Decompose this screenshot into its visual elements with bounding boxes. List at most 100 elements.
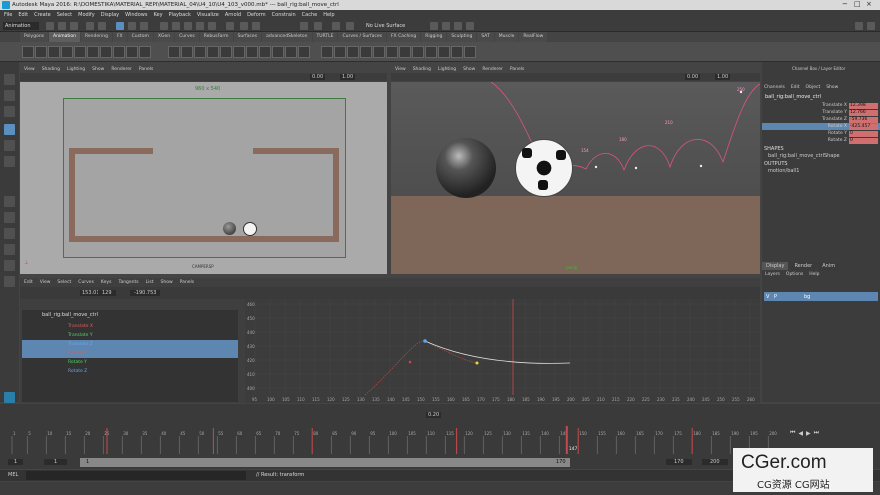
close-icon[interactable]: ×	[866, 0, 872, 8]
four-view-icon[interactable]	[4, 212, 15, 223]
channel-row[interactable]: Rotate Z0	[762, 137, 880, 144]
shelf-tool-icon[interactable]	[74, 46, 86, 58]
shelf-tab[interactable]: Sculpting	[447, 32, 477, 42]
shelf-tab[interactable]: advancedSkeleton	[262, 32, 312, 42]
shelf-tab[interactable]: Animation	[49, 32, 80, 42]
redo-icon[interactable]	[98, 22, 106, 30]
shape-name[interactable]: ball_rig:ball_move_ctrlShape	[768, 153, 840, 159]
menu-edit[interactable]: Edit	[18, 12, 28, 18]
shelf-tool-icon[interactable]	[334, 46, 346, 58]
shelf-tab[interactable]: TURTLE	[312, 32, 338, 42]
shelf-tab[interactable]: RebusFarm	[199, 32, 233, 42]
layer-menu-layers[interactable]: Layers	[765, 272, 780, 277]
outliner-row[interactable]: Translate Y	[22, 331, 238, 340]
channel-row[interactable]: Translate Z -59.736	[762, 116, 880, 123]
sculpt-icon[interactable]	[466, 22, 474, 30]
viewport-menu-renderer[interactable]: Renderer	[111, 67, 132, 72]
channel-row[interactable]: Rotate Y0	[762, 130, 880, 137]
viewport-menu-view[interactable]: View	[395, 67, 406, 72]
menu-set-dropdown[interactable]: Animation	[3, 22, 39, 30]
outliner-row[interactable]: Rotate Y	[22, 358, 238, 367]
outliner-root[interactable]: ball_rig:ball_move_ctrl	[42, 312, 98, 318]
anim-end-field[interactable]: 200	[702, 459, 728, 465]
minimize-icon[interactable]: −	[842, 0, 848, 8]
menu-help[interactable]: Help	[323, 12, 334, 18]
shelf-tool-icon[interactable]	[386, 46, 398, 58]
snap-surface-icon[interactable]	[208, 22, 216, 30]
command-input[interactable]	[26, 471, 246, 480]
graph-menu-keys[interactable]: Keys	[101, 280, 112, 285]
viewport-menu-show[interactable]: Show	[92, 67, 104, 72]
bowling-ball[interactable]	[436, 138, 496, 198]
graph-menu-edit[interactable]: Edit	[24, 280, 33, 285]
stats-field2[interactable]: -190.753	[130, 290, 161, 296]
shelf-tab[interactable]: Rigging	[421, 32, 447, 42]
single-view-icon[interactable]	[4, 196, 15, 207]
render-settings-icon[interactable]	[300, 22, 308, 30]
channel-row[interactable]: Rotate X -425.457	[762, 123, 880, 130]
shelf-tool-icon[interactable]	[438, 46, 450, 58]
layer-menu-options[interactable]: Options	[786, 272, 803, 277]
shelf-tab[interactable]: Muscle	[494, 32, 519, 42]
history-icon[interactable]	[226, 22, 234, 30]
channel-value[interactable]: -59.736	[849, 116, 878, 123]
menu-windows[interactable]: Windows	[125, 12, 147, 18]
anim-start-field[interactable]: 1	[44, 459, 68, 465]
channel-value[interactable]: 12.398	[849, 102, 878, 109]
lasso-tool-icon[interactable]	[4, 90, 15, 101]
graph-menu-select[interactable]: Select	[57, 280, 71, 285]
graph-menu-panels[interactable]: Panels	[180, 280, 194, 285]
layer-name[interactable]: bg	[804, 294, 810, 300]
channel-menu-show[interactable]: Show	[826, 85, 838, 90]
current-frame-marker[interactable]	[565, 426, 568, 454]
go-end-icon[interactable]: ⏭	[814, 429, 819, 437]
viewport-menu-lighting[interactable]: Lighting	[67, 67, 85, 72]
shelf-tab[interactable]: SAT	[477, 32, 494, 42]
magnet-icon[interactable]	[332, 22, 340, 30]
select-component-icon[interactable]	[140, 22, 148, 30]
shelf-tool-icon[interactable]	[272, 46, 284, 58]
layer-visible-toggle[interactable]: V	[766, 294, 769, 300]
undo-icon[interactable]	[86, 22, 94, 30]
lasso-icon[interactable]	[454, 22, 462, 30]
channel-value[interactable]: 12.766	[849, 109, 878, 116]
start-frame-field[interactable]: 1	[8, 459, 24, 465]
viewport-menu-shading[interactable]: Shading	[413, 67, 431, 72]
shelf-tool-icon[interactable]	[321, 46, 333, 58]
viewport-menu-panels[interactable]: Panels	[510, 67, 524, 72]
menu-key[interactable]: Key	[153, 12, 162, 18]
viewport-menu-view[interactable]: View	[24, 67, 35, 72]
far-clip-field[interactable]: 1.00	[715, 74, 731, 80]
shelf-tool-icon[interactable]	[425, 46, 437, 58]
shelf-tool-icon[interactable]	[113, 46, 125, 58]
channel-object-name[interactable]: ball_rig:ball_move_ctrl	[765, 94, 821, 100]
go-start-icon[interactable]: ⏮	[790, 429, 795, 437]
snap-point-icon[interactable]	[184, 22, 192, 30]
viewport-persp[interactable]: 148 154 180 210 250 persp	[391, 82, 760, 274]
graph-menu-view[interactable]: View	[40, 280, 51, 285]
menu-deform[interactable]: Deform	[247, 12, 266, 18]
graph-menu-curves[interactable]: Curves	[78, 280, 94, 285]
shelf-tab[interactable]: RealFlow	[519, 32, 548, 42]
viewport-menu-renderer[interactable]: Renderer	[482, 67, 503, 72]
gear-icon[interactable]	[855, 22, 863, 30]
graph-menu-show[interactable]: Show	[161, 280, 173, 285]
paint-select-icon[interactable]	[4, 106, 15, 117]
channel-row[interactable]: Translate Y 12.766	[762, 109, 880, 116]
layer-menu-help[interactable]: Help	[809, 272, 819, 277]
menu-arnold[interactable]: Arnold	[225, 12, 241, 18]
snap-grid-icon[interactable]	[160, 22, 168, 30]
shelf-tool-icon[interactable]	[181, 46, 193, 58]
menu-cache[interactable]: Cache	[302, 12, 318, 18]
soccer-ball[interactable]	[515, 139, 573, 197]
shelf-tab[interactable]: FX Caching	[386, 32, 421, 42]
shelf-tab[interactable]: Rendering	[80, 32, 112, 42]
layer-tab[interactable]: Display	[762, 262, 789, 270]
snap-view-icon[interactable]	[196, 22, 204, 30]
shelf-tool-icon[interactable]	[246, 46, 258, 58]
settings-panel-icon[interactable]	[867, 22, 875, 30]
menu-constrain[interactable]: Constrain	[272, 12, 296, 18]
menu-select[interactable]: Select	[57, 12, 72, 18]
bowling-ball[interactable]	[223, 222, 236, 235]
layer-tab[interactable]: Render	[790, 262, 817, 270]
